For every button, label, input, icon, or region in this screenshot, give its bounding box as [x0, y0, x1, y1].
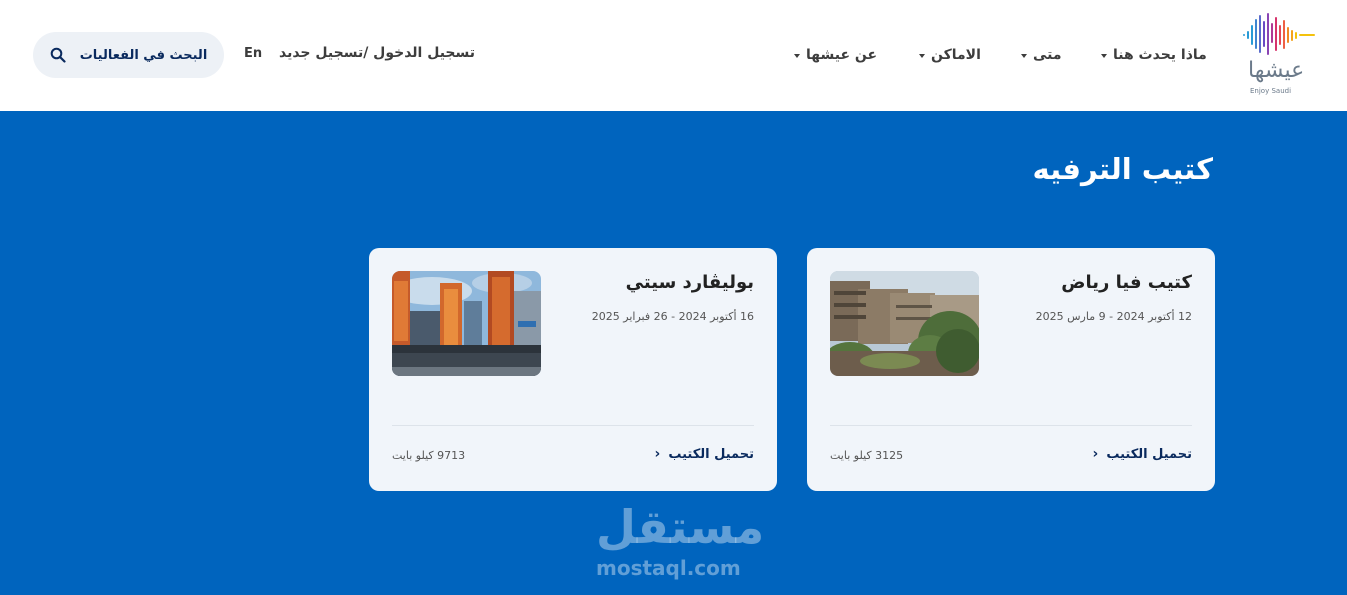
caret-down-icon — [794, 54, 800, 58]
search-events-button[interactable]: البحث في الفعاليات — [33, 32, 224, 78]
booklet-card-boulevard-city: بوليڤارد سيتي 16 أكتوبر 2024 - 26 فبراير… — [369, 248, 777, 491]
nav-label: متى — [1033, 47, 1062, 63]
card-dates: 12 أكتوبر 2024 - 9 مارس 2025 — [1035, 310, 1192, 323]
boulevard-city-photo — [392, 271, 541, 376]
watermark-url: mostaql.com — [596, 556, 741, 580]
logo-wave-icon — [1243, 13, 1315, 55]
nav-item-whats-happening[interactable]: ماذا يحدث هنا — [1101, 45, 1207, 65]
search-button-label: البحث في الفعاليات — [79, 47, 208, 63]
logo-arabic-text: عيشها — [1248, 58, 1305, 83]
search-icon — [50, 47, 66, 63]
file-size: 9713 كيلو بايت — [392, 449, 466, 462]
download-booklet-link[interactable]: تحميل الكتيب ‹ — [1093, 446, 1192, 462]
card-dates: 16 أكتوبر 2024 - 26 فبراير 2025 — [591, 310, 754, 323]
page-title: كتيب الترفيه — [1032, 152, 1213, 186]
login-register-link[interactable]: تسجيل الدخول /تسجيل جديد — [279, 45, 475, 61]
nav-label: ماذا يحدث هنا — [1113, 47, 1207, 63]
logo-english-text: Enjoy Saudi — [1250, 87, 1292, 95]
caret-down-icon — [919, 54, 925, 58]
download-label: تحميل الكتيب — [668, 446, 754, 462]
nav-item-places[interactable]: الاماكن — [919, 45, 981, 65]
card-divider — [830, 425, 1192, 426]
watermark-arabic: مستقل — [596, 500, 765, 554]
download-booklet-link[interactable]: تحميل الكتيب ‹ — [655, 446, 754, 462]
nav-label: الاماكن — [931, 47, 981, 63]
nav-item-when[interactable]: متى — [1021, 45, 1062, 65]
card-title: كتيب فيا رياض — [1061, 272, 1192, 293]
site-header: عيشها Enjoy Saudi ماذا يحدث هنا متى الام… — [0, 0, 1347, 111]
chevron-left-icon: ‹ — [1092, 446, 1099, 462]
card-divider — [392, 425, 754, 426]
enjoy-saudi-logo[interactable]: عيشها Enjoy Saudi — [1240, 12, 1320, 100]
card-title: بوليڤارد سيتي — [625, 272, 754, 293]
language-switch-link[interactable]: En — [244, 46, 262, 61]
via-riyadh-photo — [830, 271, 979, 376]
caret-down-icon — [1021, 54, 1027, 58]
caret-down-icon — [1101, 54, 1107, 58]
nav-item-about[interactable]: عن عيشها — [794, 45, 877, 65]
chevron-left-icon: ‹ — [654, 446, 661, 462]
nav-label: عن عيشها — [806, 47, 878, 63]
file-size: 3125 كيلو بايت — [830, 449, 904, 462]
download-label: تحميل الكتيب — [1106, 446, 1192, 462]
booklet-card-via-riyadh: كتيب فيا رياض 12 أكتوبر 2024 - 9 مارس 20… — [807, 248, 1215, 491]
